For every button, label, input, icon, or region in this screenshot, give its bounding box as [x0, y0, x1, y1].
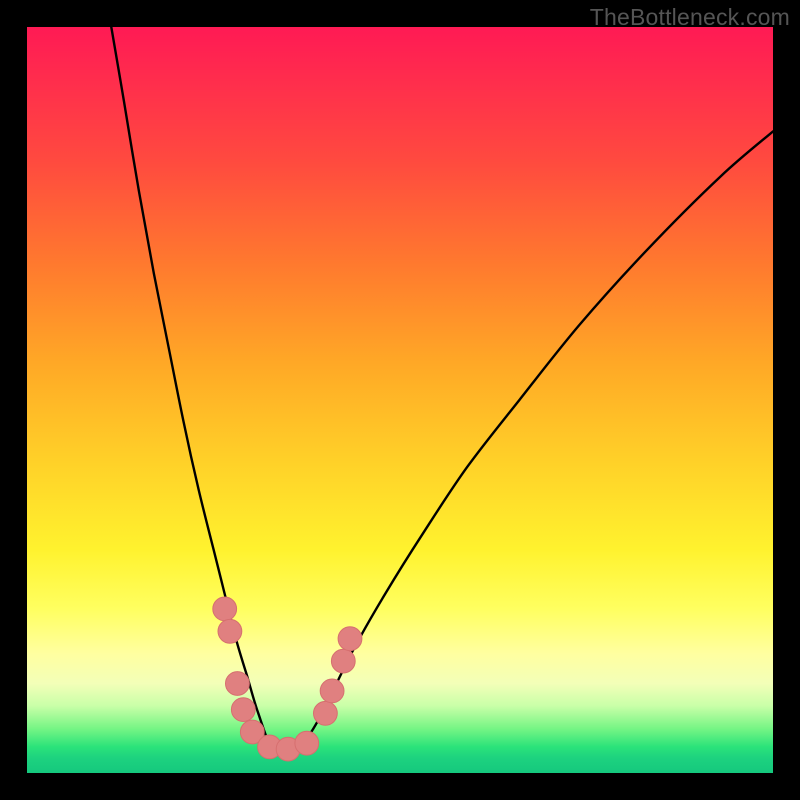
- data-marker: [320, 679, 344, 703]
- chart-svg: [27, 27, 773, 773]
- bottleneck-curve: [111, 27, 773, 754]
- data-marker: [331, 649, 355, 673]
- data-marker: [295, 731, 319, 755]
- watermark-text: TheBottleneck.com: [590, 4, 790, 31]
- outer-frame: TheBottleneck.com: [0, 0, 800, 800]
- data-marker: [314, 701, 338, 725]
- data-marker: [218, 619, 242, 643]
- data-marker: [213, 597, 237, 621]
- data-marker: [338, 627, 362, 651]
- data-marker: [226, 672, 250, 696]
- plot-area: [27, 27, 773, 773]
- data-marker: [231, 698, 255, 722]
